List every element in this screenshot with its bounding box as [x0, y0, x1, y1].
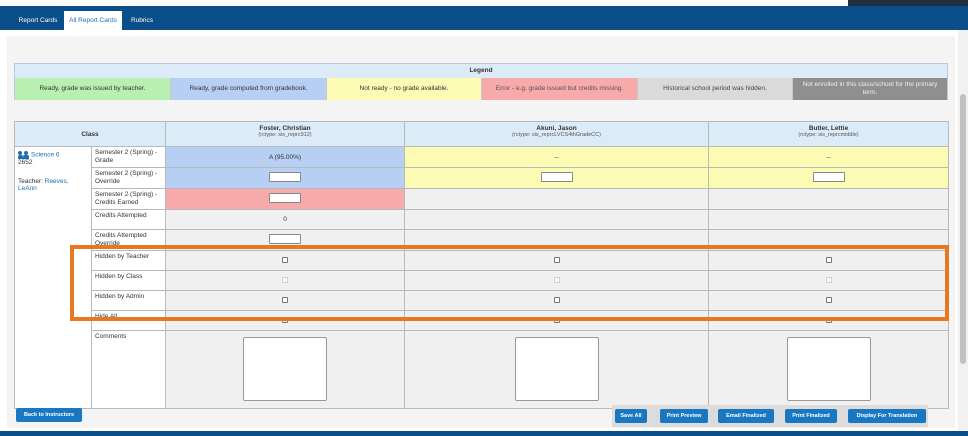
hide-all-checkbox[interactable]: [282, 316, 288, 323]
credits-attempted-override-cell: [165, 229, 405, 251]
vertical-scrollbar[interactable]: [958, 30, 968, 430]
hidden-class-checkbox: [825, 276, 832, 283]
credits-attempted-cell: 0: [165, 209, 405, 230]
override-cell: [165, 167, 405, 189]
tab-bar: Report Cards All Report Cards Rubrics: [0, 6, 968, 30]
hide-all-checkbox[interactable]: [825, 316, 832, 323]
legend-item-issued: Ready, grade was issued by teacher.: [15, 78, 171, 100]
row-label-hidden-admin: Hidden by Admin: [91, 290, 166, 311]
legend-item-computed: Ready, grade computed from gradebook.: [171, 78, 327, 100]
legend-item-not-enrolled: Not enrolled in this class/school for th…: [793, 78, 947, 100]
legend-item-not-ready: Not ready - no grade available.: [327, 78, 482, 100]
hidden-teacher-checkbox[interactable]: [553, 256, 560, 263]
back-to-instructors-button[interactable]: Back to Instructors: [16, 408, 82, 422]
override-cell: [708, 167, 949, 189]
legend-item-error: Error - e.g. grade issued but credits mi…: [482, 78, 638, 100]
credits-earned-cell: [404, 188, 709, 210]
override-cell: [404, 167, 709, 189]
tab-rubrics[interactable]: Rubrics: [124, 11, 160, 30]
row-label-credits-attempted-override: Credits Attempted Override: [91, 229, 166, 251]
save-all-button[interactable]: Save All: [615, 409, 647, 423]
credits-attempted-cell: [708, 209, 949, 230]
class-header: Class: [14, 121, 166, 147]
row-label-hide-all: Hide All: [91, 310, 166, 331]
teacher-label: Teacher:: [18, 178, 43, 185]
hidden-admin-checkbox[interactable]: [553, 296, 560, 303]
print-finalized-button[interactable]: Print Finalized: [785, 409, 837, 423]
row-label-grade: Semester 2 (Spring) - Grade: [91, 146, 166, 168]
credits-attempted-override-cell: [404, 229, 709, 251]
credits-attempted-override-cell: [708, 229, 949, 251]
hidden-class-checkbox: [282, 276, 288, 283]
row-label-override: Semester 2 (Spring) - Override: [91, 167, 166, 189]
comments-textarea[interactable]: [514, 336, 599, 401]
print-preview-button[interactable]: Print Preview: [660, 409, 708, 423]
scrollbar-thumb[interactable]: [960, 94, 966, 364]
comments-textarea[interactable]: [786, 336, 871, 401]
row-label-hidden-teacher: Hidden by Teacher: [91, 250, 166, 271]
grade-cell: --: [404, 146, 709, 168]
hidden-admin-checkbox[interactable]: [282, 296, 288, 303]
grade-cell: A (95.00%): [165, 146, 405, 168]
footer-bar: [0, 431, 968, 436]
tab-report-cards[interactable]: Report Cards: [14, 11, 62, 30]
class-id: 2652: [18, 159, 33, 166]
group-icon: [18, 151, 30, 159]
student-header: Akuni, Jason (rctype: sis_reprcLVCS4thGra…: [404, 121, 709, 147]
override-input[interactable]: [540, 172, 573, 182]
student-header: Butler, Lettie (rctype: sis_reprcmiddle): [708, 121, 949, 147]
credits-earned-cell: [708, 188, 949, 210]
row-label-credits-earned: Semester 2 (Spring) - Credits Earned: [91, 188, 166, 210]
hidden-teacher-checkbox[interactable]: [825, 256, 832, 263]
legend-item-hidden: Historical school period was hidden.: [638, 78, 793, 100]
legend-title: Legend: [15, 64, 947, 78]
comments-textarea[interactable]: [243, 336, 327, 401]
row-label-hidden-class: Hidden by Class: [91, 270, 166, 291]
report-card-grid: Class Foster, Christian (rctype: sis_repr…: [14, 121, 949, 409]
display-for-translation-button[interactable]: Display For Translation: [848, 409, 926, 423]
hidden-class-checkbox: [553, 276, 560, 283]
hide-all-checkbox[interactable]: [553, 316, 560, 323]
grade-cell: --: [708, 146, 949, 168]
override-input[interactable]: [269, 172, 301, 182]
class-info: Science 6 2652 Teacher: Reeves, LeAnn: [14, 146, 92, 409]
legend: Legend Ready, grade was issued by teache…: [14, 63, 948, 100]
credits-attempted-override-input[interactable]: [269, 234, 301, 244]
student-header: Foster, Christian (rctype: sis_reprc912): [165, 121, 405, 147]
hidden-teacher-checkbox[interactable]: [282, 256, 288, 263]
class-name-link[interactable]: Science 6: [31, 152, 60, 159]
credits-earned-cell: [165, 188, 405, 210]
action-bar: Save All Print Preview Email Finalized P…: [612, 405, 928, 427]
email-finalized-button[interactable]: Email Finalized: [718, 409, 774, 423]
hidden-admin-checkbox[interactable]: [825, 296, 832, 303]
row-label-credits-attempted: Credits Attempted: [91, 209, 166, 230]
credits-earned-input[interactable]: [269, 193, 301, 203]
credits-attempted-cell: [404, 209, 709, 230]
tab-all-report-cards[interactable]: All Report Cards: [64, 11, 122, 30]
row-label-comments: Comments: [91, 330, 166, 409]
override-input[interactable]: [812, 172, 845, 182]
